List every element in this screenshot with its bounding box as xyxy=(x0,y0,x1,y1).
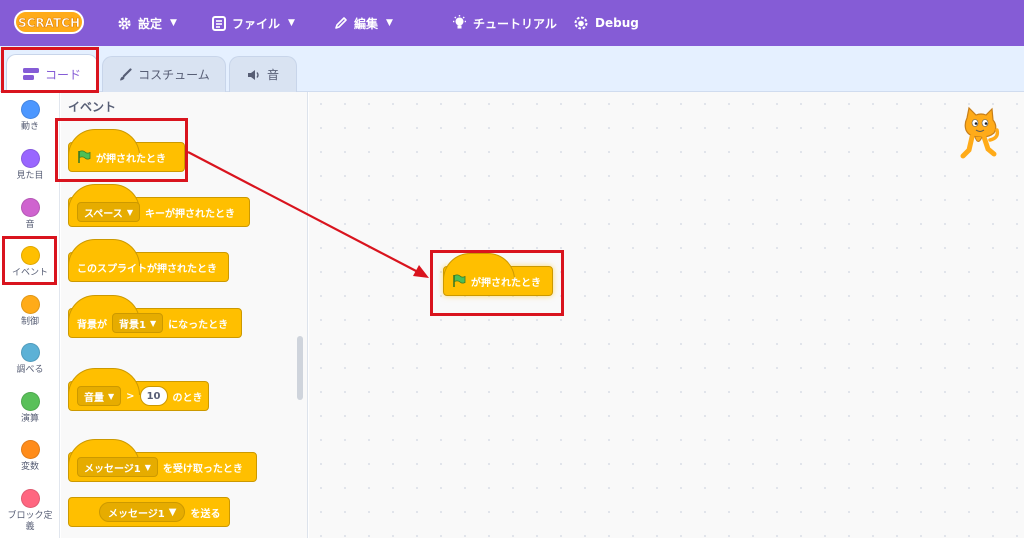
category-label: 調べる xyxy=(16,365,44,375)
message-dropdown[interactable]: メッセージ1 ▼ xyxy=(77,457,158,477)
sprite-cat-icon xyxy=(960,106,1000,159)
dropdown-value: 背景1 xyxy=(119,319,146,331)
palette-scrollbar[interactable] xyxy=(297,336,303,400)
file-menu-label: ファイル xyxy=(232,16,281,31)
greater-than-sign: > xyxy=(126,390,135,402)
dropdown-value: メッセージ1 xyxy=(108,508,165,520)
debug-button[interactable]: Debug xyxy=(573,0,639,46)
category-dot-icon xyxy=(20,149,40,168)
broadcast-block[interactable]: メッセージ1 ▼ を送る xyxy=(68,497,230,527)
block-text: このスプライトが押されたとき xyxy=(77,263,217,275)
file-icon xyxy=(212,15,226,31)
when-i-receive-block[interactable]: メッセージ1 ▼ を受け取ったとき xyxy=(68,439,257,482)
menu-bar: SCRATCH 設定 ▼ ファイル ▼ 編集 ▼ チュートリアル Debug xyxy=(0,0,1024,46)
category-sound[interactable]: 音 xyxy=(0,194,60,242)
bug-icon xyxy=(574,16,588,30)
category-dot-icon xyxy=(20,392,40,411)
category-sensing[interactable]: 調べる xyxy=(0,339,60,387)
highlight-palette-flag-block xyxy=(55,118,188,182)
category-motion[interactable]: 動き xyxy=(0,96,60,144)
tab-sounds-label: 音 xyxy=(266,68,279,82)
svg-text:SCRATCH: SCRATCH xyxy=(18,16,80,30)
settings-menu[interactable]: 設定 ▼ xyxy=(117,0,177,46)
chevron-down-icon: ▼ xyxy=(144,462,151,472)
gear-icon xyxy=(118,16,131,30)
tab-sounds[interactable]: 音 xyxy=(229,56,297,92)
category-menu: 動き 見た目 音 イベント 制御 調べる 演算 変数 ブロック定義 xyxy=(0,92,60,538)
scratch-logo[interactable]: SCRATCH xyxy=(14,9,84,35)
settings-menu-label: 設定 xyxy=(138,16,163,31)
when-sprite-clicked-block[interactable]: このスプライトが押されたとき xyxy=(68,239,229,282)
category-variables[interactable]: 変数 xyxy=(0,436,60,484)
pencil-icon xyxy=(335,17,347,29)
key-dropdown[interactable]: スペース ▼ xyxy=(77,202,140,222)
category-label: 音 xyxy=(25,220,35,230)
loudness-value-input[interactable]: 10 xyxy=(139,386,168,406)
category-control[interactable]: 制御 xyxy=(0,291,60,339)
block-text: 背景が xyxy=(77,319,107,331)
edit-menu[interactable]: 編集 ▼ xyxy=(334,0,393,46)
category-label: ブロック定義 xyxy=(7,511,53,532)
paintbrush-icon xyxy=(120,67,132,80)
chevron-down-icon: ▼ xyxy=(168,506,177,518)
category-label: 見た目 xyxy=(16,171,44,181)
script-area[interactable]: が押されたとき xyxy=(309,92,1024,538)
when-key-pressed-block[interactable]: スペース ▼ キーが押されたとき xyxy=(68,184,250,227)
block-text: のとき xyxy=(172,392,203,404)
category-label: 制御 xyxy=(20,317,39,327)
category-label: 変数 xyxy=(20,462,39,472)
chevron-down-icon: ▼ xyxy=(108,391,115,401)
category-dot-icon xyxy=(20,100,40,119)
dropdown-value: スペース xyxy=(84,208,123,220)
chevron-down-icon: ▼ xyxy=(288,18,295,28)
highlight-placed-flag-block xyxy=(430,250,564,316)
category-label: 動き xyxy=(20,122,39,132)
highlight-code-tab xyxy=(1,47,99,93)
tutorials-label: チュートリアル xyxy=(473,16,557,31)
loudness-dropdown[interactable]: 音量 ▼ xyxy=(77,386,122,406)
chevron-down-icon: ▼ xyxy=(126,207,133,217)
tutorials-button[interactable]: チュートリアル xyxy=(452,0,557,46)
category-label: 演算 xyxy=(20,414,39,424)
backdrop-dropdown[interactable]: 背景1 ▼ xyxy=(112,313,164,333)
category-dot-icon xyxy=(20,489,40,508)
palette-section-title: イベント xyxy=(68,100,117,114)
lightbulb-icon xyxy=(453,15,466,29)
category-dot-icon xyxy=(20,295,40,314)
category-my-blocks[interactable]: ブロック定義 xyxy=(0,485,60,537)
when-loudness-greater-block[interactable]: 音量 ▼ > 10 のとき xyxy=(68,368,209,411)
block-text: キーが押されたとき xyxy=(144,208,235,220)
dropdown-value: メッセージ1 xyxy=(84,463,141,475)
debug-label: Debug xyxy=(595,16,639,30)
category-operators[interactable]: 演算 xyxy=(0,388,60,436)
category-dot-icon xyxy=(20,440,40,459)
category-looks[interactable]: 見た目 xyxy=(0,145,60,193)
dropdown-value: 音量 xyxy=(84,392,104,404)
highlight-events-category xyxy=(2,236,57,285)
chevron-down-icon: ▼ xyxy=(386,18,393,28)
tab-costumes-label: コスチューム xyxy=(138,68,210,82)
when-backdrop-switches-block[interactable]: 背景が 背景1 ▼ になったとき xyxy=(68,295,242,338)
category-dot-icon xyxy=(20,198,40,217)
block-text: を受け取ったとき xyxy=(162,463,243,475)
tab-costumes[interactable]: コスチューム xyxy=(102,56,226,92)
block-text: を送る xyxy=(190,508,221,520)
category-dot-icon xyxy=(20,343,40,362)
chevron-down-icon: ▼ xyxy=(170,18,177,28)
file-menu[interactable]: ファイル ▼ xyxy=(212,0,295,46)
speaker-icon xyxy=(247,69,259,80)
chevron-down-icon: ▼ xyxy=(149,318,157,328)
block-text: になったとき xyxy=(168,319,229,331)
edit-menu-label: 編集 xyxy=(354,16,379,31)
editor-tabs: コード コスチューム 音 xyxy=(0,46,1024,93)
broadcast-message-dropdown[interactable]: メッセージ1 ▼ xyxy=(99,502,186,522)
